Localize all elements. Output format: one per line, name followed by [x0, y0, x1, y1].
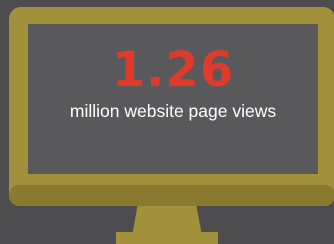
monitor-stand: [132, 203, 202, 236]
monitor-chin: [9, 185, 334, 206]
infographic-panel: 1.26 million website page views: [0, 0, 334, 244]
stat-block: 1.26 million website page views: [28, 44, 318, 122]
stat-value: 1.26: [111, 42, 235, 98]
stat-caption: million website page views: [69, 101, 277, 121]
monitor-stand-base: [116, 232, 218, 244]
desktop-monitor-icon: [9, 7, 334, 244]
